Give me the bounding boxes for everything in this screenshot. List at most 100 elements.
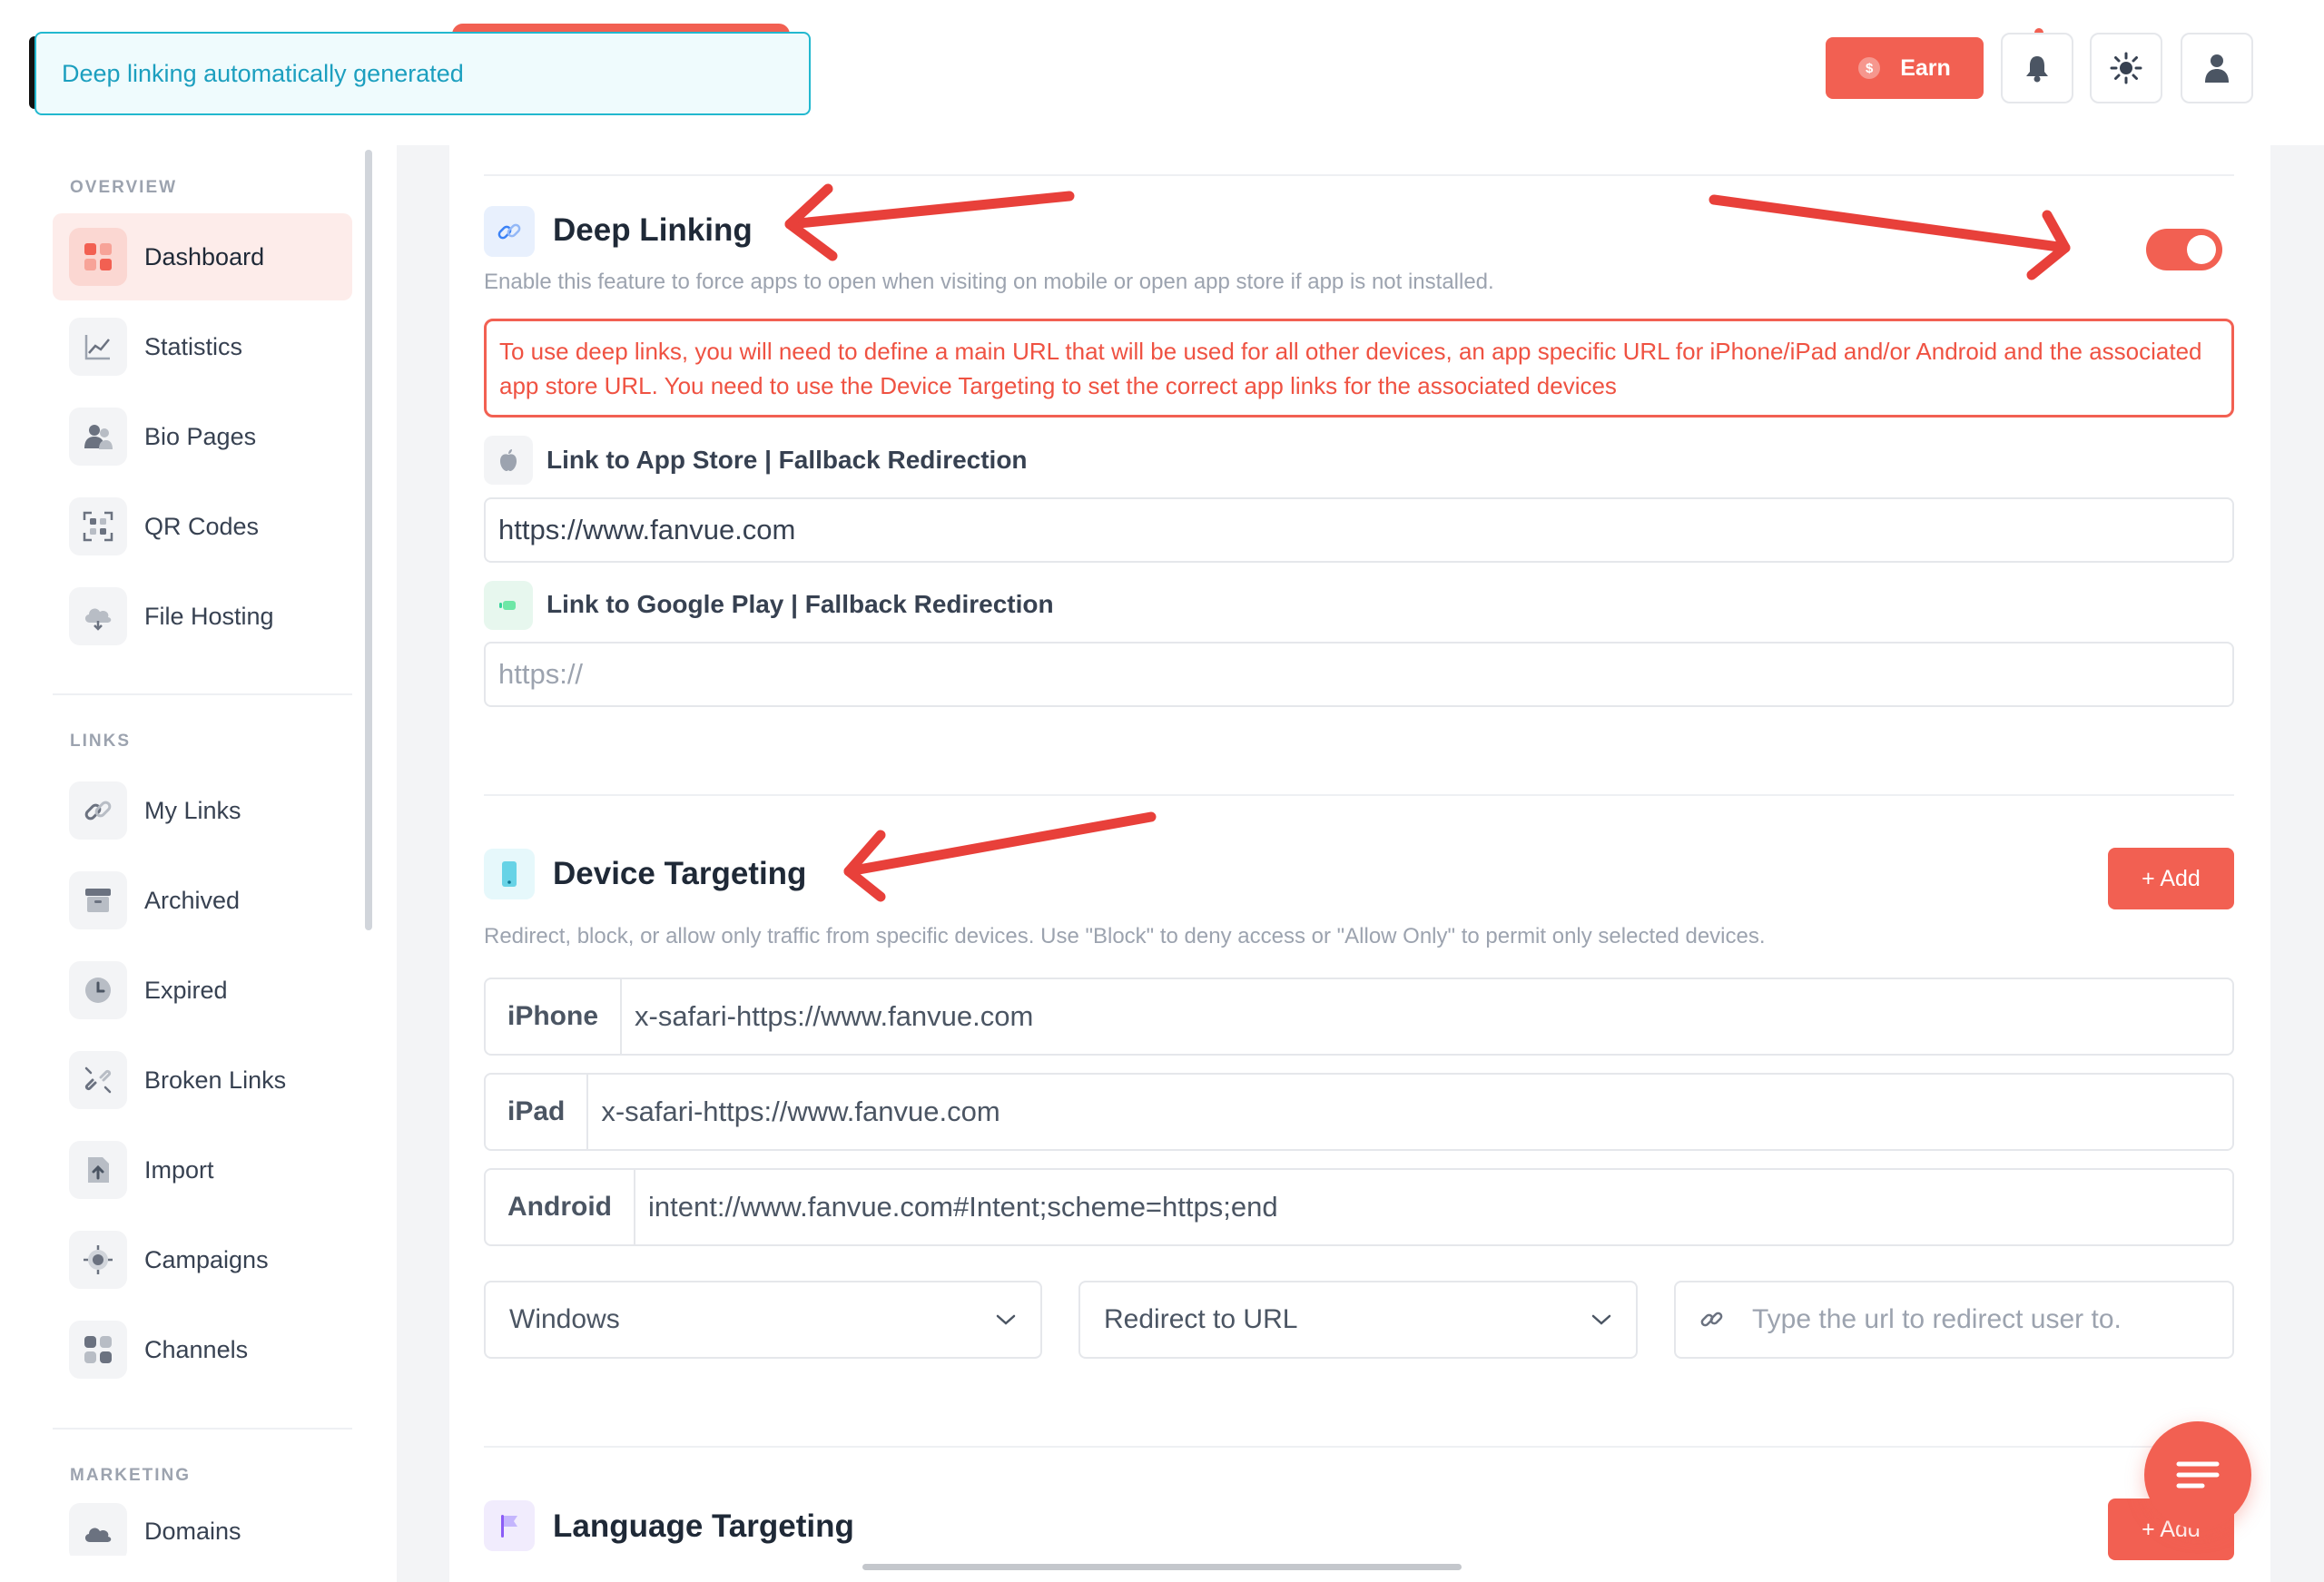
qr-icon (83, 511, 113, 542)
bell-icon (2026, 56, 2048, 83)
sidebar-item-label: Broken Links (144, 1066, 287, 1094)
sidebar-item-label: Expired (144, 976, 228, 1004)
toast-message: Deep linking automatically generated (62, 59, 464, 87)
language-targeting-title: Language Targeting (553, 1508, 854, 1544)
section-divider (484, 1446, 2234, 1448)
sun-icon (2110, 52, 2142, 84)
apple-icon (500, 449, 517, 471)
sidebar-item-label: Channels (144, 1335, 249, 1363)
link-icon (84, 801, 112, 820)
action-select-value: Redirect to URL (1104, 1304, 1298, 1334)
sidebar-divider (53, 693, 352, 695)
device-url[interactable]: intent://www.fanvue.com#Intent;scheme=ht… (635, 1191, 1278, 1223)
section-divider (484, 794, 2234, 796)
device-url[interactable]: x-safari-https://www.fanvue.com (622, 1000, 1033, 1033)
language-targeting-section-icon (484, 1500, 535, 1551)
sidebar-item-label: Domains (144, 1518, 241, 1545)
chevron-down-icon (1591, 1314, 1611, 1325)
sidebar-item-bio-pages[interactable]: Bio Pages (53, 393, 352, 480)
sidebar-item-label: My Links (144, 796, 241, 824)
archive-icon (85, 889, 111, 912)
sidebar-item-domains[interactable]: Domains (53, 1501, 352, 1556)
device-url[interactable]: x-safari-https://www.fanvue.com (588, 1096, 1000, 1128)
flag-icon (501, 1515, 517, 1538)
app-store-field-icon (484, 436, 533, 485)
google-play-label: Link to Google Play | Fallback Redirecti… (547, 590, 1054, 618)
redirect-url-placeholder: Type the url to redirect user to. (1752, 1304, 2122, 1334)
user-menu-button[interactable] (2181, 33, 2253, 103)
app-store-label: Link to App Store | Fallback Redirection (547, 446, 1028, 474)
link-icon (497, 223, 521, 240)
android-icon (499, 601, 516, 610)
users-icon (84, 425, 113, 449)
deep-linking-title: Deep Linking (553, 212, 753, 248)
import-icon (88, 1157, 109, 1183)
sidebar-item-archived[interactable]: Archived (53, 857, 352, 944)
theme-toggle-button[interactable] (2090, 33, 2162, 103)
device-select[interactable]: Windows (484, 1281, 1042, 1359)
sidebar-item-label: Campaigns (144, 1245, 269, 1273)
sidebar-item-label: Import (144, 1155, 214, 1184)
dashboard-icon (84, 243, 112, 270)
target-icon (84, 1245, 113, 1274)
sidebar-item-label: File Hosting (144, 602, 274, 630)
device-select-value: Windows (509, 1304, 620, 1334)
menu-fab-button[interactable] (2144, 1421, 2251, 1528)
deep-linking-toggle[interactable] (2146, 229, 2222, 270)
sidebar-item-campaigns[interactable]: Campaigns (53, 1216, 352, 1303)
device-targeting-section-icon (484, 849, 535, 899)
earn-button[interactable]: $ Earn (1826, 37, 1984, 99)
device-name: iPad (486, 1075, 589, 1149)
google-play-url-input[interactable] (484, 642, 2234, 707)
device-targeting-description: Redirect, block, or allow only traffic f… (484, 924, 1766, 948)
sidebar-section-overview: OVERVIEW (70, 178, 178, 197)
grid-icon (84, 1336, 112, 1363)
chart-icon (84, 335, 110, 360)
sidebar-item-expired[interactable]: Expired (53, 947, 352, 1034)
device-rule-android: Android intent://www.fanvue.com#Intent;s… (484, 1168, 2234, 1246)
clock-icon (85, 978, 111, 1003)
toggle-knob (2187, 235, 2216, 264)
add-device-rule-button[interactable]: + Add (2108, 848, 2234, 909)
device-rule-ipad: iPad x-safari-https://www.fanvue.com (484, 1073, 2234, 1151)
sidebar-item-file-hosting[interactable]: File Hosting (53, 573, 352, 660)
deep-linking-alert: To use deep links, you will need to defi… (484, 319, 2234, 418)
cloud-icon (84, 1528, 112, 1542)
cloud-icon (84, 608, 112, 631)
sidebar-section-marketing: MARKETING (70, 1466, 192, 1485)
sidebar-item-broken-links[interactable]: Broken Links (53, 1037, 352, 1124)
sidebar-item-qr-codes[interactable]: QR Codes (53, 483, 352, 570)
sidebar-item-label: QR Codes (144, 512, 260, 540)
deep-linking-description: Enable this feature to force apps to ope… (484, 270, 1494, 294)
sidebar-item-import[interactable]: Import (53, 1126, 352, 1214)
action-select[interactable]: Redirect to URL (1078, 1281, 1638, 1359)
sidebar-divider (53, 1428, 352, 1430)
link-icon (1700, 1312, 1723, 1327)
deep-linking-section-icon (484, 206, 535, 257)
section-divider (484, 174, 2234, 176)
sidebar-scrollbar[interactable] (365, 150, 372, 930)
sidebar-item-channels[interactable]: Channels (53, 1306, 352, 1393)
device-rule-iphone: iPhone x-safari-https://www.fanvue.com (484, 978, 2234, 1056)
redirect-url-input[interactable]: Type the url to redirect user to. (1674, 1281, 2234, 1359)
chevron-down-icon (996, 1314, 1016, 1325)
sidebar-item-statistics[interactable]: Statistics (53, 303, 352, 390)
menu-icon (2176, 1461, 2220, 1489)
device-targeting-title: Device Targeting (553, 856, 807, 891)
broken-link-icon (84, 1066, 112, 1094)
earn-label: Earn (1900, 54, 1951, 81)
top-header: Deep linking automatically generated $ E… (0, 0, 2324, 145)
device-name: Android (486, 1170, 635, 1244)
sidebar-item-label: Archived (144, 886, 241, 914)
mobile-icon (502, 861, 517, 887)
sidebar-item-my-links[interactable]: My Links (53, 767, 352, 854)
google-play-field-icon (484, 581, 533, 630)
horizontal-scrollbar[interactable] (862, 1564, 1462, 1570)
toast-notification: Deep linking automatically generated (34, 32, 811, 115)
sidebar-item-label: Dashboard (144, 242, 265, 270)
sidebar-item-dashboard[interactable]: Dashboard (53, 213, 352, 300)
notifications-button[interactable] (2001, 33, 2073, 103)
app-store-url-input[interactable] (484, 497, 2234, 563)
user-icon (2205, 54, 2229, 83)
sidebar-item-label: Bio Pages (144, 422, 257, 450)
